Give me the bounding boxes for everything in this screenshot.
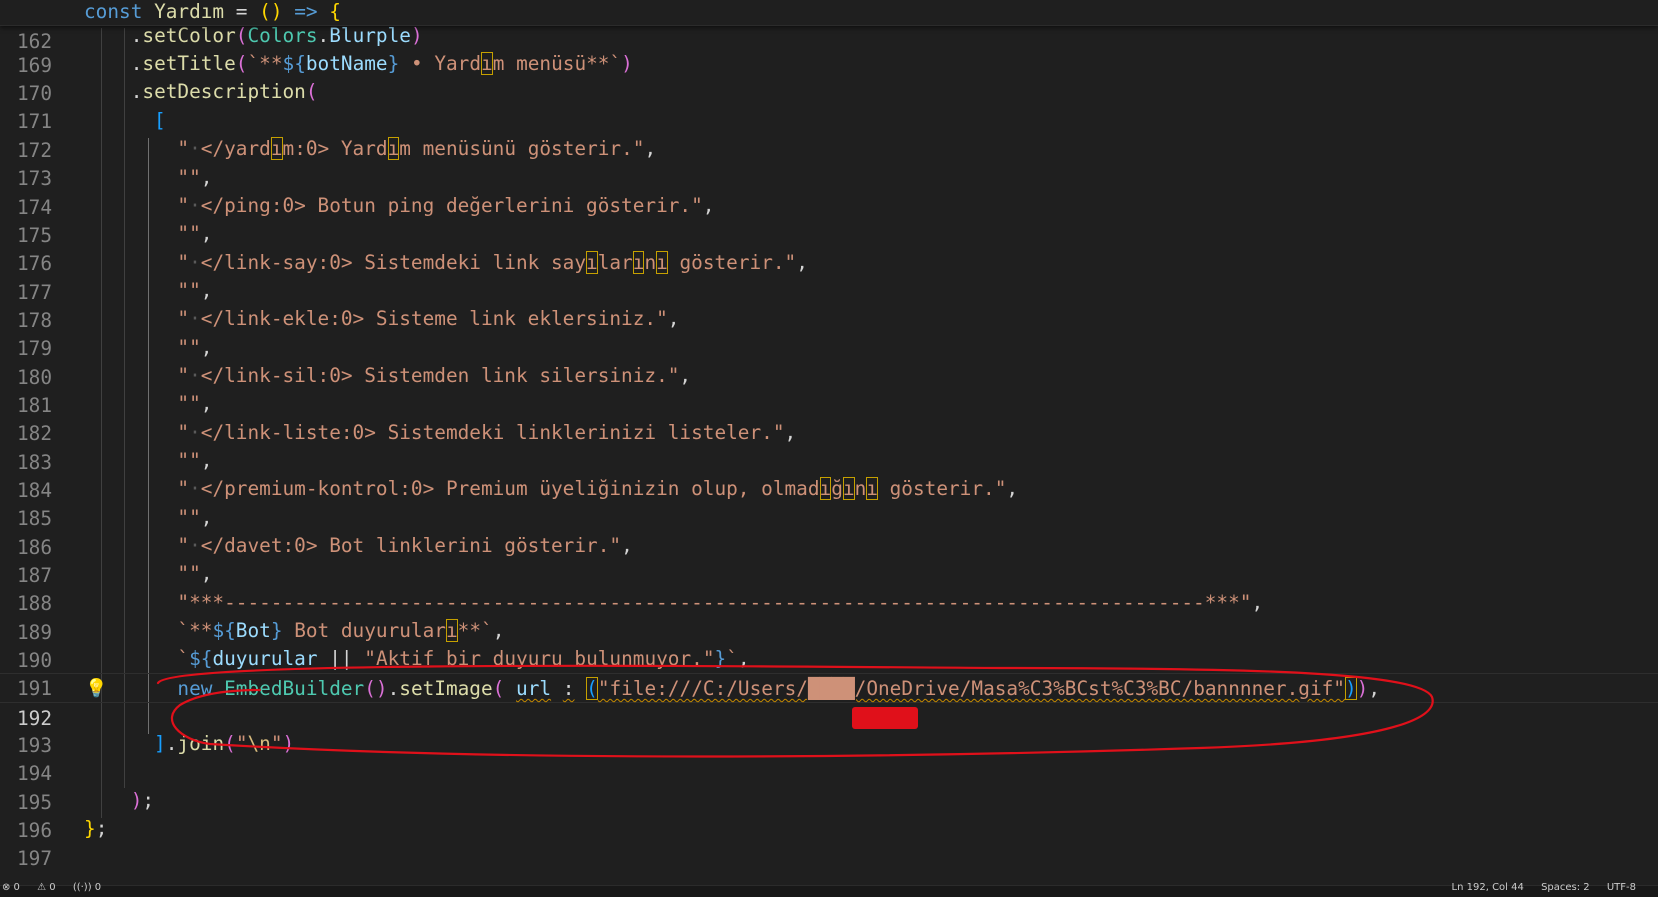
code-line[interactable]: 180 "", xyxy=(0,333,1658,389)
code-text: "", xyxy=(177,562,213,585)
code-line[interactable]: 195 xyxy=(0,758,1658,814)
code-text: "·</yardım:0> Yardım menüsünü gösterir."… xyxy=(177,137,657,160)
code-line[interactable]: 173 "·</yardım:0> Yardım menüsünü göster… xyxy=(0,134,1658,190)
code-line[interactable]: 193 xyxy=(0,701,1658,757)
code-text: "", xyxy=(177,506,213,529)
code-line[interactable]: 175 "·</ping:0> Botun ping değerlerini g… xyxy=(0,191,1658,247)
code-text: new EmbedBuilder().setImage( url : ("fil… xyxy=(177,677,1381,700)
warnings-count[interactable]: ⚠ 0 xyxy=(37,882,56,893)
code-text: "·</link-ekle:0> Sisteme link eklersiniz… xyxy=(177,307,680,330)
code-text: ].join("\n") xyxy=(154,732,295,755)
code-line[interactable]: 185 "·</premium-kontrol:0> Premium üyeli… xyxy=(0,474,1658,530)
line-number: 162 xyxy=(16,30,52,53)
code-line[interactable]: 177 "·</link-say:0> Sistemdeki link sayı… xyxy=(0,248,1658,304)
code-line[interactable]: 170 .setTitle(`**${botName} • Yardım men… xyxy=(0,49,1658,105)
code-text: "·</link-say:0> Sistemdeki link sayıları… xyxy=(177,251,808,274)
code-line[interactable]: 174 "", xyxy=(0,163,1658,219)
code-text: "·</premium-kontrol:0> Premium üyeliğini… xyxy=(177,477,1019,500)
code-line-active[interactable]: 192 💡 new EmbedBuilder().setImage( url :… xyxy=(0,673,1658,730)
code-line[interactable]: 172 [ xyxy=(0,106,1658,162)
encoding[interactable]: UTF-8 xyxy=(1607,882,1636,893)
ports-count[interactable]: ((·)) 0 xyxy=(73,882,101,893)
redaction-scribble xyxy=(852,707,918,729)
code-line[interactable]: 194 ].join("\n") xyxy=(0,729,1658,785)
code-text: "", xyxy=(177,279,213,302)
code-line[interactable]: 179 "·</link-ekle:0> Sisteme link eklers… xyxy=(0,304,1658,360)
code-line[interactable]: 178 "", xyxy=(0,276,1658,332)
code-text: .setDescription( xyxy=(130,80,318,103)
cursor-position[interactable]: Ln 192, Col 44 xyxy=(1452,882,1524,893)
code-text: `**${Bot} Bot duyuruları**`, xyxy=(177,619,505,642)
code-text: ); xyxy=(130,789,155,812)
code-line[interactable]: 189 "***--------------------------------… xyxy=(0,588,1658,644)
code-text: "·</davet:0> Bot linklerini gösterir.", xyxy=(177,534,633,557)
status-right: Ln 192, Col 44 Spaces: 2 UTF-8 xyxy=(1452,882,1650,894)
errors-count[interactable]: ⊗ 0 xyxy=(2,882,20,893)
code-line[interactable]: 191 `${duyurular || "Aktif bir duyuru bu… xyxy=(0,644,1658,700)
line-number: 197 xyxy=(16,847,52,870)
code-line[interactable]: 176 "", xyxy=(0,219,1658,275)
code-text: "·</ping:0> Botun ping değerlerini göste… xyxy=(177,194,715,217)
code-text: "", xyxy=(177,449,213,472)
code-text: .setTitle(`**${botName} • Yardım menüsü*… xyxy=(130,52,633,75)
code-text: "·</link-liste:0> Sistemdeki linkleriniz… xyxy=(177,421,797,444)
code-text: "", xyxy=(177,392,213,415)
code-line[interactable]: 196 ); xyxy=(0,786,1658,842)
code-text: "", xyxy=(177,336,213,359)
sticky-scroll-line[interactable]: 162 const Yardım = () => { xyxy=(0,0,1658,53)
sticky-code: const Yardım = () => { xyxy=(84,0,341,23)
code-line[interactable]: 184 "", xyxy=(0,446,1658,502)
code-text: [ xyxy=(154,109,166,132)
code-text: }; xyxy=(84,817,108,840)
code-line[interactable]: 190 `**${Bot} Bot duyuruları**`, xyxy=(0,616,1658,672)
indentation[interactable]: Spaces: 2 xyxy=(1541,882,1590,893)
code-line[interactable]: 183 "·</link-liste:0> Sistemdeki linkler… xyxy=(0,418,1658,474)
code-editor[interactable]: 162 const Yardım = () => { 169 .setColor… xyxy=(0,0,1658,885)
code-line[interactable]: 187 "·</davet:0> Bot linklerini gösterir… xyxy=(0,531,1658,587)
code-text: `${duyurular || "Aktif bir duyuru bulunm… xyxy=(177,647,750,670)
code-text: "", xyxy=(177,222,213,245)
code-line[interactable]: 188 "", xyxy=(0,559,1658,615)
code-line[interactable]: 197 }; xyxy=(0,814,1658,870)
code-line[interactable]: 181 "·</link-sil:0> Sistemden link siler… xyxy=(0,361,1658,417)
status-bar: ⊗ 0 ⚠ 0 ((·)) 0 Ln 192, Col 44 Spaces: 2… xyxy=(0,882,1658,897)
code-text: "***------------------------------------… xyxy=(177,591,1264,614)
code-line[interactable]: 182 "", xyxy=(0,389,1658,445)
status-left: ⊗ 0 ⚠ 0 ((·)) 0 xyxy=(2,882,115,894)
code-line[interactable]: 186 "", xyxy=(0,503,1658,559)
code-text: "", xyxy=(177,166,213,189)
code-text: "·</link-sil:0> Sistemden link silersini… xyxy=(177,364,692,387)
code-line[interactable]: 171 .setDescription( xyxy=(0,77,1658,133)
